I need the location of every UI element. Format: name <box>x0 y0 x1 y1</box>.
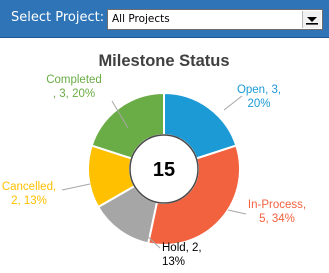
project-dropdown[interactable]: All Projects <box>107 9 323 30</box>
milestone-status-chart: Milestone Status 15 Open, 3, 20% In-Proces… <box>2 52 306 268</box>
leader-line <box>61 183 91 191</box>
select-project-label: Select Project: <box>11 10 105 25</box>
leader-line <box>223 95 243 111</box>
data-label-cancelled: Cancelled, 2, 13% <box>2 181 56 207</box>
chart-title: Milestone Status <box>98 52 229 70</box>
data-label-open: Open, 3, 20% <box>237 84 281 110</box>
data-label-hold: Hold, 2, 13% <box>162 242 202 268</box>
filter-bar: Select Project: All Projects <box>0 0 329 38</box>
chevron-down-icon <box>306 17 318 25</box>
dropdown-arrow-button[interactable] <box>302 11 321 28</box>
project-dropdown-value: All Projects <box>112 13 170 25</box>
data-label-in-process: In-Process, 5, 34% <box>248 199 306 225</box>
total-count: 15 <box>153 159 175 181</box>
data-label-completed: Completed, 3, 20% <box>46 74 102 100</box>
leader-line <box>227 209 247 215</box>
